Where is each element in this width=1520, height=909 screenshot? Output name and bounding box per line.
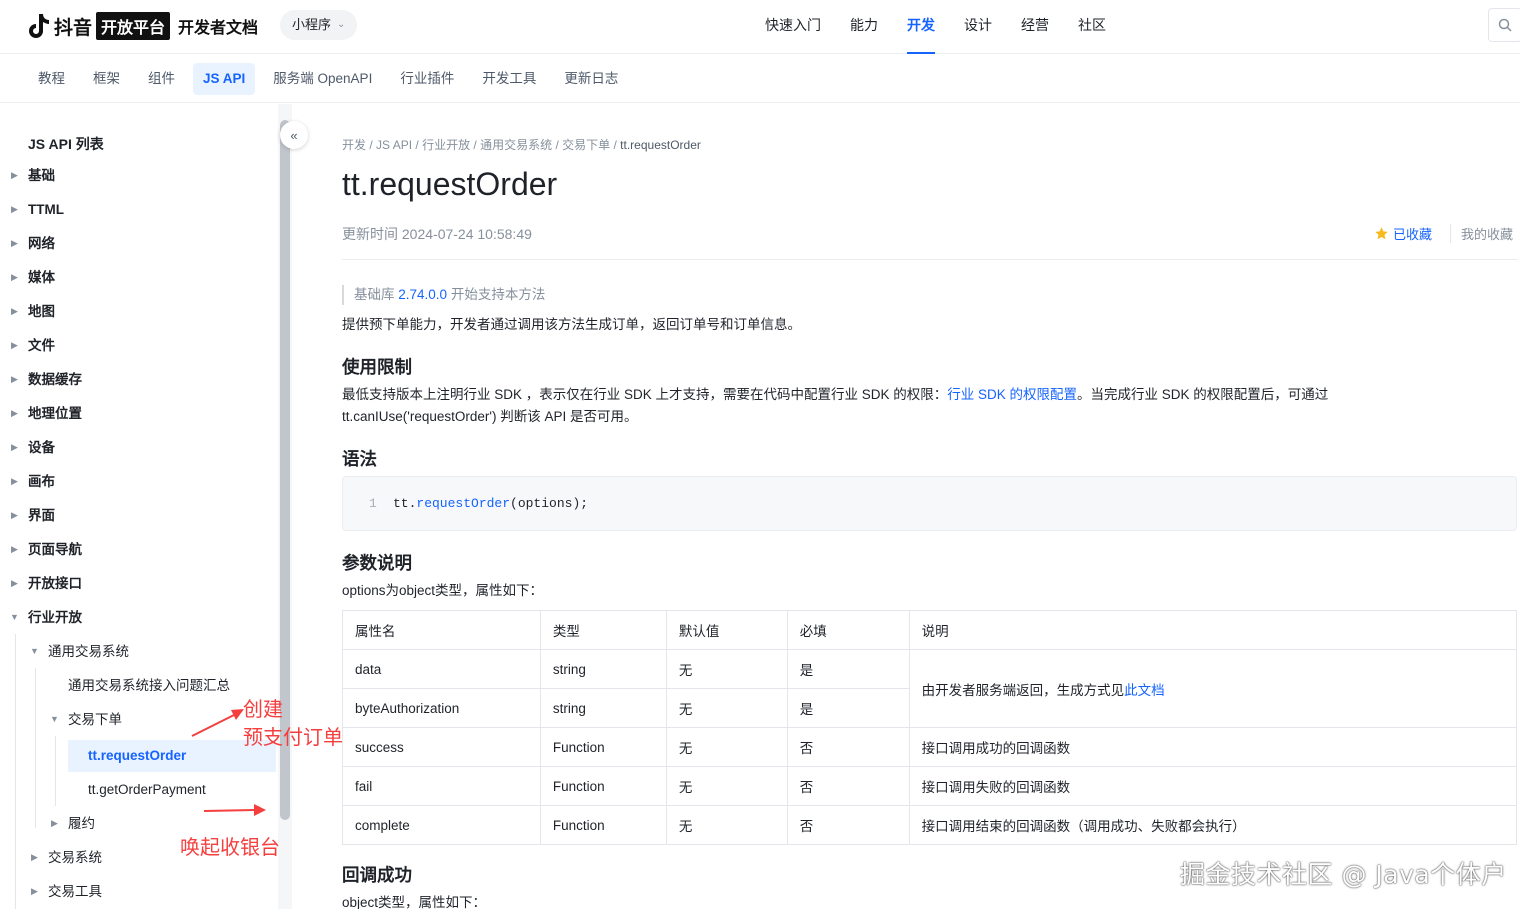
sdk-permission-link[interactable]: 行业 SDK 的权限配置 — [947, 387, 1077, 402]
breadcrumb-item[interactable]: 交易下单 — [562, 138, 610, 152]
table-cell: complete — [342, 805, 541, 845]
breadcrumb-item[interactable]: JS API — [376, 138, 412, 152]
table-cell: 无 — [665, 688, 788, 728]
code-line: tt.requestOrder(options); — [393, 496, 588, 511]
since-version-link[interactable]: 2.74.0.0 — [398, 287, 447, 302]
section-title-params: 参数说明 — [342, 553, 412, 573]
code-object: tt. — [393, 496, 417, 511]
limits-text: 最低支持版本上注明行业 SDK ，表示仅在行业 SDK 上才支持，需要在代码中配… — [342, 384, 1402, 406]
table-cell: success — [342, 727, 541, 767]
page-title: tt.requestOrder — [342, 166, 558, 202]
code-block: 1 tt.requestOrder(options); — [342, 476, 1517, 531]
table-header-row: 属性名 类型 默认值 必填 说明 — [342, 610, 1518, 650]
table-cell: fail — [342, 766, 541, 806]
table-header: 默认值 — [665, 610, 788, 650]
table-cell-merged-desc: 由开发者服务端返回，生成方式见此文档 — [908, 649, 1518, 728]
doc-link[interactable]: 此文档 — [1124, 683, 1165, 698]
limits-text-2: 。当完成行业 SDK 的权限配置后，可通过 — [1077, 387, 1329, 402]
since-prefix: 基础库 — [354, 287, 395, 302]
table-cell: 否 — [786, 766, 910, 806]
since-version-note: 基础库 2.74.0.0 开始支持本方法 — [342, 285, 545, 305]
section-title-limits: 使用限制 — [342, 357, 412, 377]
table-row: complete Function 无 否 接口调用结束的回调函数（调用成功、失… — [342, 805, 1518, 845]
breadcrumb-current: tt.requestOrder — [620, 138, 701, 152]
table-cell: 接口调用失败的回调函数 — [908, 766, 1518, 806]
table-header: 必填 — [786, 610, 910, 650]
table-header: 类型 — [539, 610, 667, 650]
table-cell: 无 — [665, 805, 788, 845]
table-cell: 否 — [786, 727, 910, 767]
table-cell: 无 — [665, 727, 788, 767]
table-cell: Function — [539, 727, 667, 767]
watermark: 掘金技术社区 @ Java个体户 — [1180, 860, 1507, 889]
table-cell: data — [342, 649, 541, 689]
intro-text: 提供预下单能力，开发者通过调用该方法生成订单，返回订单号和订单信息。 — [342, 317, 801, 332]
table-row: fail Function 无 否 接口调用失败的回调函数 — [342, 766, 1518, 806]
table-cell: byteAuthorization — [342, 688, 541, 728]
annotation-prepay-order: 预支付订单 — [243, 725, 343, 749]
callback-intro: object类型，属性如下： — [342, 895, 487, 909]
breadcrumb-item[interactable]: 通用交易系统 — [480, 138, 552, 152]
table-cell: 接口调用成功的回调函数 — [908, 727, 1518, 767]
limits-text-3: tt.canIUse('requestOrder') 判断该 API 是否可用。 — [342, 409, 638, 424]
table-row: data string 无 是 由开发者服务端返回，生成方式见此文档 — [342, 649, 1518, 728]
since-suffix: 开始支持本方法 — [450, 287, 546, 302]
table-cell: 接口调用结束的回调函数（调用成功、失败都会执行） — [908, 805, 1518, 845]
code-function: requestOrder — [416, 496, 511, 511]
code-line-number: 1 — [369, 496, 377, 511]
favorite-label: 已收藏 — [1393, 227, 1433, 242]
params-intro: options为object类型，属性如下： — [342, 583, 544, 598]
table-header: 说明 — [908, 610, 1518, 650]
table-cell: string — [539, 688, 667, 728]
table-header: 属性名 — [342, 610, 541, 650]
star-icon — [1375, 227, 1388, 240]
table-cell: string — [539, 649, 667, 689]
table-cell: 是 — [786, 688, 910, 728]
updated-time: 更新时间 2024-07-24 10:58:49 — [342, 226, 532, 242]
divider — [342, 259, 1518, 260]
favorite-button[interactable]: 已收藏 — [1374, 224, 1432, 243]
params-table: 属性名 类型 默认值 必填 说明 data string 无 是 由开发者服务端… — [342, 610, 1518, 845]
merged-desc-text: 由开发者服务端返回，生成方式见 — [921, 682, 1125, 698]
table-cell: 是 — [786, 649, 910, 689]
breadcrumb: 开发 / JS API / 行业开放 / 通用交易系统 / 交易下单 / tt.… — [342, 138, 701, 152]
table-cell: 无 — [665, 649, 788, 689]
breadcrumb-item[interactable]: 开发 — [342, 138, 366, 152]
table-cell: 否 — [786, 805, 910, 845]
section-title-callback: 回调成功 — [342, 865, 412, 885]
annotation-create: 创建 — [243, 697, 283, 721]
limits-text-1: 最低支持版本上注明行业 SDK ，表示仅在行业 SDK 上才支持，需要在代码中配… — [342, 387, 948, 402]
breadcrumb-item[interactable]: 行业开放 — [422, 138, 470, 152]
table-cell: Function — [539, 805, 667, 845]
my-favorites-link[interactable]: 我的收藏 — [1450, 224, 1513, 243]
table-cell: Function — [539, 766, 667, 806]
table-cell: 无 — [665, 766, 788, 806]
annotation-cashier: 唤起收银台 — [180, 835, 280, 859]
code-args: (options); — [510, 496, 589, 511]
section-title-syntax: 语法 — [342, 449, 377, 469]
table-row: success Function 无 否 接口调用成功的回调函数 — [342, 727, 1518, 767]
